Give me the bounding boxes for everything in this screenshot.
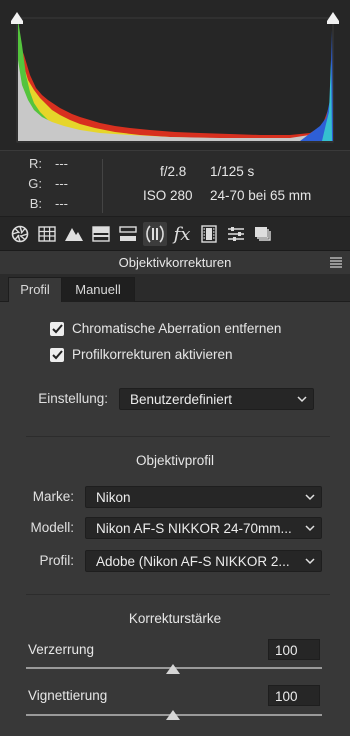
chevron-down-icon bbox=[305, 494, 315, 501]
split-toning-icon[interactable] bbox=[89, 222, 113, 246]
checkmark-icon bbox=[51, 350, 63, 360]
panel-toolbar: fx bbox=[0, 216, 350, 251]
divider bbox=[26, 594, 330, 595]
profile-label: Profil: bbox=[39, 553, 74, 568]
make-value: Nikon bbox=[96, 490, 131, 505]
tab-profil[interactable]: Profil bbox=[8, 277, 62, 302]
panel-menu-icon[interactable] bbox=[330, 257, 342, 268]
histogram bbox=[0, 0, 350, 150]
vignetting-slider-thumb[interactable] bbox=[166, 710, 180, 720]
divider bbox=[26, 436, 330, 437]
profile-select[interactable]: Adobe (Nikon AF-S NIKKOR 2... bbox=[85, 550, 322, 572]
distortion-slider-thumb[interactable] bbox=[166, 664, 180, 674]
filmstrip-icon[interactable] bbox=[197, 222, 221, 246]
make-select[interactable]: Nikon bbox=[85, 486, 322, 508]
profile-value: Adobe (Nikon AF-S NIKKOR 2... bbox=[96, 554, 290, 569]
b-value: --- bbox=[55, 196, 68, 211]
readout-divider bbox=[102, 159, 103, 213]
tab-bar: Profil Manuell bbox=[0, 274, 350, 302]
lens-value: 24-70 bei 65 mm bbox=[210, 188, 312, 203]
shadow-clipping-icon[interactable] bbox=[9, 10, 25, 26]
setting-label: Einstellung: bbox=[38, 391, 108, 406]
vignetting-input[interactable]: 100 bbox=[268, 685, 320, 706]
model-label: Modell: bbox=[30, 520, 74, 535]
g-value: --- bbox=[55, 176, 68, 191]
iso-value: ISO 280 bbox=[143, 188, 193, 203]
sliders-icon[interactable] bbox=[224, 222, 248, 246]
aperture-value: f/2.8 bbox=[160, 164, 187, 179]
r-label: R: bbox=[29, 156, 42, 171]
chromatic-aberration-label[interactable]: Chromatische Aberration entfernen bbox=[72, 321, 281, 336]
setting-value: Benutzerdefiniert bbox=[130, 392, 233, 407]
histogram-graph bbox=[16, 17, 334, 143]
model-value: Nikon AF-S NIKKOR 24-70mm... bbox=[96, 521, 292, 536]
presets-icon[interactable] bbox=[251, 222, 275, 246]
panel-title: Objektivkorrekturen bbox=[118, 255, 232, 270]
mountains-icon[interactable] bbox=[62, 222, 86, 246]
split-icon[interactable] bbox=[116, 222, 140, 246]
profile-corrections-checkbox[interactable] bbox=[50, 348, 64, 362]
lens-icon[interactable] bbox=[143, 222, 167, 246]
model-select[interactable]: Nikon AF-S NIKKOR 24-70mm... bbox=[85, 517, 322, 539]
correction-amount-title: Korrekturstärke bbox=[128, 611, 222, 626]
r-value: --- bbox=[55, 156, 68, 171]
aperture-icon[interactable] bbox=[8, 222, 32, 246]
highlight-clipping-icon[interactable] bbox=[325, 10, 341, 26]
fx-icon[interactable]: fx bbox=[170, 222, 194, 246]
make-label: Marke: bbox=[32, 489, 74, 504]
chevron-down-icon bbox=[305, 525, 315, 532]
checkmark-icon bbox=[51, 324, 63, 334]
distortion-label: Verzerrung bbox=[28, 642, 95, 657]
b-label: B: bbox=[29, 196, 42, 211]
shutter-value: 1/125 s bbox=[210, 164, 255, 179]
panel-header: Objektivkorrekturen bbox=[0, 250, 350, 275]
lens-profile-title: Objektivprofil bbox=[135, 453, 215, 468]
profile-corrections-label[interactable]: Profilkorrekturen aktivieren bbox=[72, 347, 233, 362]
profile-tab-content: Chromatische Aberration entfernen Profil… bbox=[0, 302, 350, 736]
vignetting-label: Vignettierung bbox=[28, 688, 108, 703]
setting-select[interactable]: Benutzerdefiniert bbox=[119, 388, 314, 410]
distortion-input[interactable]: 100 bbox=[268, 639, 320, 660]
grid-icon[interactable] bbox=[35, 222, 59, 246]
chevron-down-icon bbox=[305, 558, 315, 565]
chromatic-aberration-checkbox[interactable] bbox=[50, 322, 64, 336]
g-label: G: bbox=[28, 176, 42, 191]
info-readout: R: --- G: --- B: --- f/2.8 1/125 s ISO 2… bbox=[0, 150, 350, 217]
chevron-down-icon bbox=[297, 396, 307, 403]
tab-manuell[interactable]: Manuell bbox=[61, 277, 135, 302]
